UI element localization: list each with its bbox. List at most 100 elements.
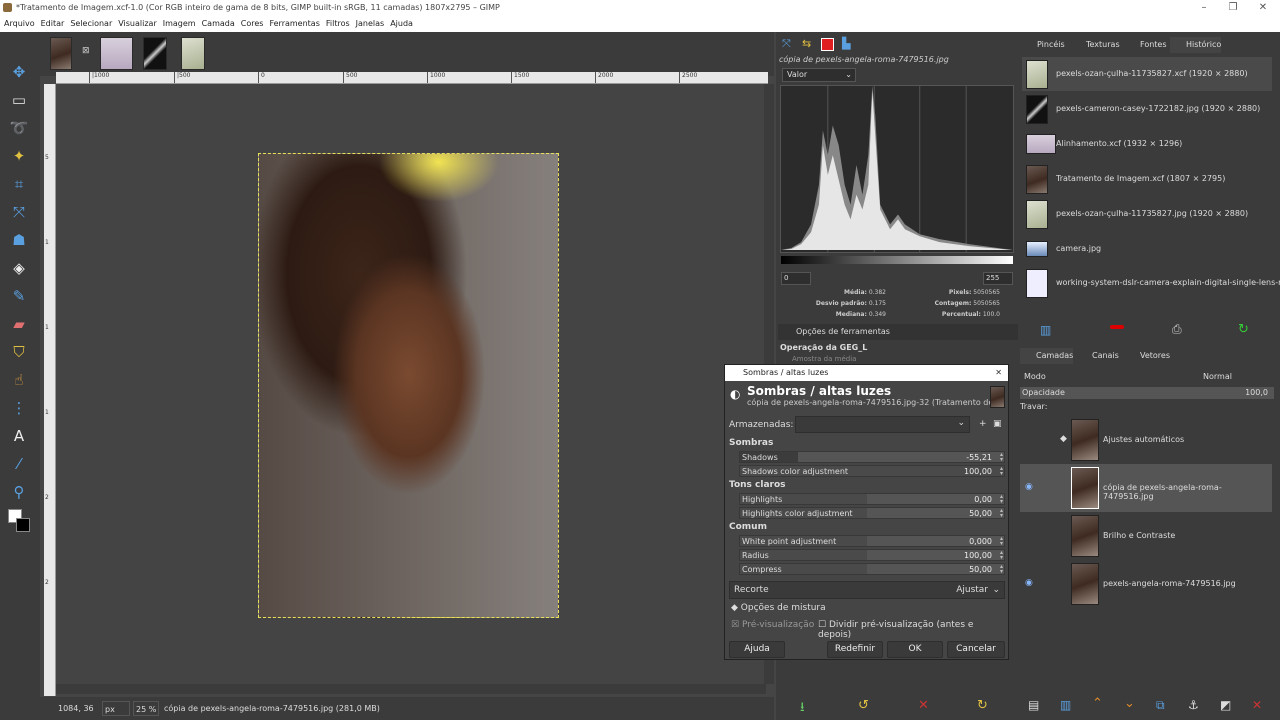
bucket-fill-icon[interactable]: ◈ bbox=[9, 258, 29, 278]
menu-cores[interactable]: Cores bbox=[241, 16, 264, 32]
save-options-icon[interactable]: ⭳ bbox=[800, 698, 805, 720]
mode-select[interactable]: Normal bbox=[1203, 372, 1232, 381]
presets-select[interactable]: ⌄ bbox=[795, 416, 970, 433]
chain-icon[interactable]: ◆ bbox=[1060, 434, 1067, 444]
move-tool-icon[interactable]: ✥ bbox=[9, 62, 29, 82]
paintbrush-icon[interactable]: ✎ bbox=[9, 286, 29, 306]
tab-history[interactable]: Histórico bbox=[1170, 37, 1222, 53]
menu-camada[interactable]: Camada bbox=[202, 16, 235, 32]
tab-brushes[interactable]: Pincéis bbox=[1021, 37, 1065, 53]
layer-mask-icon[interactable]: ◩ bbox=[1220, 698, 1231, 712]
tab-patterns[interactable]: Texturas bbox=[1070, 37, 1120, 53]
zoom-icon[interactable]: ⚲ bbox=[9, 482, 29, 502]
text-tool-icon[interactable]: A bbox=[9, 426, 29, 446]
layer-row[interactable]: ◉ pexels-angela-roma-7479516.jpg bbox=[1020, 560, 1272, 608]
colors-dock-icon[interactable] bbox=[821, 38, 834, 51]
radius-slider[interactable]: Radius 100,00 ▴ ▾ bbox=[739, 549, 1005, 561]
tab-fonts[interactable]: Fontes bbox=[1124, 37, 1167, 53]
history-item[interactable]: pexels-cameron-casey-1722182.jpg (1920 ×… bbox=[1022, 92, 1272, 126]
new-layer-icon[interactable]: ▤ bbox=[1028, 698, 1039, 712]
sample-average-option[interactable]: Amostra da média bbox=[792, 355, 856, 363]
reset-button[interactable]: Redefinir bbox=[827, 641, 883, 658]
duplicate-layer-icon[interactable]: ⧉ bbox=[1156, 698, 1165, 713]
image-tab-thumbnail[interactable] bbox=[100, 37, 133, 70]
image-tab-thumbnail[interactable] bbox=[50, 37, 72, 70]
cancel-button[interactable]: Cancelar bbox=[947, 641, 1005, 658]
histogram-dock-icon[interactable]: ▙ bbox=[842, 37, 850, 50]
menu-selecionar[interactable]: Selecionar bbox=[70, 16, 112, 32]
highlights-slider[interactable]: Highlights 0,00 ▴ ▾ bbox=[739, 493, 1005, 505]
background-color-swatch[interactable] bbox=[16, 518, 30, 532]
horizontal-scrollbar[interactable] bbox=[56, 684, 766, 694]
add-preset-icon[interactable]: + bbox=[979, 419, 987, 429]
split-preview-checkbox[interactable]: ☐ Dividir pré-visualização (antes e depo… bbox=[818, 620, 1008, 640]
tab-channels[interactable]: Canais bbox=[1076, 348, 1119, 364]
layer-row[interactable]: ◉ cópia de pexels-angela-roma-7479516.jpg bbox=[1020, 464, 1272, 512]
rect-select-icon[interactable]: ▭ bbox=[9, 90, 29, 110]
minimize-icon[interactable]: – bbox=[1191, 0, 1217, 16]
transform-icon[interactable]: ⤧ bbox=[9, 202, 29, 222]
undo-dock-icon[interactable]: ⇆ bbox=[802, 37, 811, 50]
menu-janelas[interactable]: Janelas bbox=[356, 16, 385, 32]
zoom-select[interactable]: 25 % bbox=[133, 701, 159, 716]
tool-options-tab[interactable]: Opções de ferramentas bbox=[778, 324, 1018, 340]
menu-editar[interactable]: Editar bbox=[41, 16, 65, 32]
layer-row[interactable]: ◆ Ajustes automáticos bbox=[1020, 416, 1272, 464]
preset-menu-icon[interactable]: ▣ bbox=[993, 419, 1002, 429]
spin-arrows-icon[interactable]: ▴ ▾ bbox=[1000, 466, 1003, 477]
channel-select[interactable]: Valor ⌄ bbox=[782, 68, 856, 82]
warp-icon[interactable]: ☗ bbox=[9, 230, 29, 250]
help-button[interactable]: Ajuda bbox=[729, 641, 785, 658]
history-item[interactable]: Tratamento de Imagem.xcf (1807 × 2795) bbox=[1022, 162, 1272, 196]
crop-icon[interactable]: ⌗ bbox=[9, 174, 29, 194]
reset-options-icon[interactable]: ↻ bbox=[977, 698, 988, 713]
new-group-icon[interactable]: ▥ bbox=[1060, 698, 1071, 712]
portrait-photo[interactable] bbox=[258, 153, 559, 618]
menu-ferramentas[interactable]: Ferramentas bbox=[269, 16, 319, 32]
menu-arquivo[interactable]: Arquivo bbox=[4, 16, 35, 32]
raise-layer-icon[interactable]: ⌃ bbox=[1092, 696, 1103, 711]
image-tab-thumbnail[interactable] bbox=[181, 37, 205, 70]
ok-button[interactable]: OK bbox=[887, 641, 943, 658]
history-item[interactable]: camera.jpg bbox=[1022, 232, 1272, 266]
menu-filtros[interactable]: Filtros bbox=[326, 16, 350, 32]
open-image-icon[interactable]: ▥ bbox=[1040, 323, 1051, 337]
tab-paths[interactable]: Vetores bbox=[1122, 348, 1170, 364]
anchor-layer-icon[interactable]: ⚓ bbox=[1188, 698, 1199, 712]
close-icon[interactable]: ✕ bbox=[1250, 0, 1276, 16]
unit-select[interactable]: px bbox=[102, 701, 130, 716]
spin-arrows-icon[interactable]: ▴ ▾ bbox=[1000, 494, 1003, 505]
tab-close-icon[interactable]: ⊠ bbox=[82, 46, 90, 56]
paths-icon[interactable]: ⋮ bbox=[9, 398, 29, 418]
spin-arrows-icon[interactable]: ▴ ▾ bbox=[1000, 564, 1003, 575]
maximize-icon[interactable]: ❐ bbox=[1220, 0, 1246, 16]
spin-arrows-icon[interactable]: ▴ ▾ bbox=[1000, 452, 1003, 463]
shadows-color-slider[interactable]: Shadows color adjustment 100,00 ▴ ▾ bbox=[739, 465, 1005, 477]
menu-visualizar[interactable]: Visualizar bbox=[118, 16, 157, 32]
compress-slider[interactable]: Compress 50,00 ▴ ▾ bbox=[739, 563, 1005, 575]
spin-arrows-icon[interactable]: ▴ ▾ bbox=[1000, 536, 1003, 547]
visibility-eye-icon[interactable]: ◉ bbox=[1025, 482, 1033, 492]
clipping-select[interactable]: Recorte Ajustar ⌄ bbox=[729, 581, 1005, 599]
clone-icon[interactable]: ⛉ bbox=[9, 342, 29, 362]
delete-layer-icon[interactable]: ✕ bbox=[1252, 698, 1262, 712]
dialog-close-icon[interactable]: ✕ bbox=[995, 365, 1002, 381]
range-max-spin[interactable]: 255 bbox=[983, 272, 1013, 285]
spin-arrows-icon[interactable]: ▴ ▾ bbox=[1000, 550, 1003, 561]
preview-checkbox[interactable]: ☒ Pré-visualização bbox=[731, 620, 814, 630]
smudge-icon[interactable]: ☝ bbox=[9, 370, 29, 390]
history-item[interactable]: pexels-ozan-çulha-11735827.jpg (1920 × 2… bbox=[1022, 197, 1272, 231]
spin-arrows-icon[interactable]: ▴ ▾ bbox=[1000, 508, 1003, 519]
eraser-icon[interactable]: ▰ bbox=[9, 314, 29, 334]
shadows-slider[interactable]: Shadows -55,21 ▴ ▾ bbox=[739, 451, 1005, 463]
lower-layer-icon[interactable]: ⌄ bbox=[1124, 696, 1135, 711]
restore-options-icon[interactable]: ↺ bbox=[858, 698, 869, 713]
history-item[interactable]: Alinhamento.xcf (1932 × 1296) bbox=[1022, 127, 1272, 161]
history-item[interactable]: working-system-dslr-camera-explain-digit… bbox=[1022, 266, 1280, 300]
range-min-spin[interactable]: 0 bbox=[781, 272, 811, 285]
white-point-slider[interactable]: White point adjustment 0,000 ▴ ▾ bbox=[739, 535, 1005, 547]
blending-options-expander[interactable]: ◆ Opções de mistura bbox=[731, 603, 826, 613]
image-tab-thumbnail[interactable] bbox=[143, 37, 167, 70]
highlights-color-slider[interactable]: Highlights color adjustment 50,00 ▴ ▾ bbox=[739, 507, 1005, 519]
menu-imagem[interactable]: Imagem bbox=[163, 16, 196, 32]
